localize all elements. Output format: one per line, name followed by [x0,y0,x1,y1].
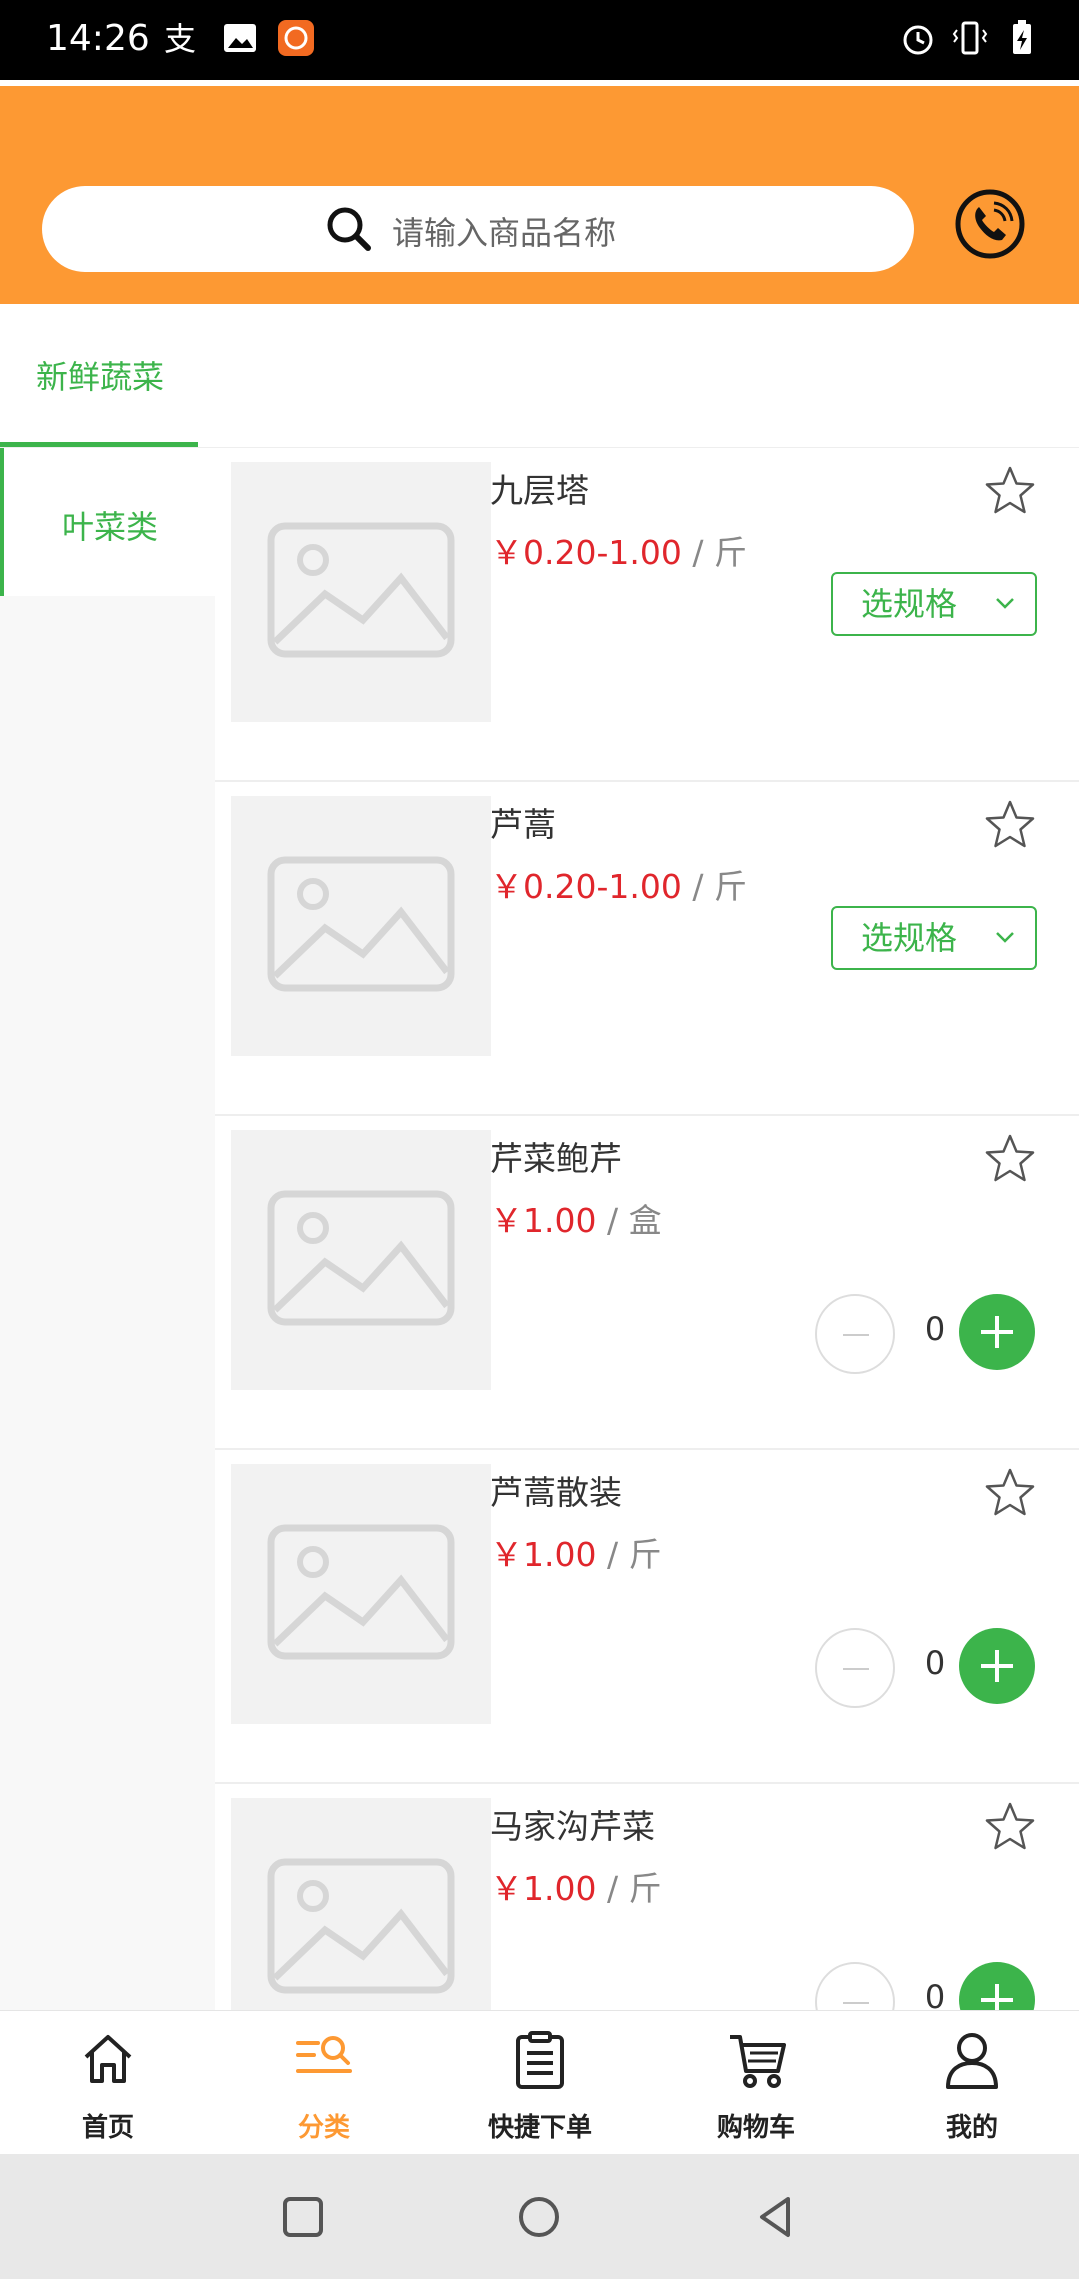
tab-label: 快捷下单 [487,2113,592,2143]
tab-mine[interactable]: 我的 [864,2011,1079,2155]
cart-icon [730,2035,786,2088]
vibrate-icon [952,21,988,55]
product-name: 芦蒿 [490,805,556,844]
tab-label: 购物车 [716,2113,795,2143]
sidebar-item-leafy-vegetables[interactable]: 叶菜类 [0,448,215,596]
category-tabs: 新鲜蔬菜 [0,304,1079,448]
back-triangle-icon[interactable] [754,2194,800,2240]
clipboard-icon [516,2031,564,2089]
quantity-value: 0 [924,1978,946,2010]
product-name: 芦蒿散装 [490,1473,622,1512]
tab-home[interactable]: 首页 [0,2011,216,2155]
decrease-quantity-button[interactable] [815,1962,895,2010]
favorite-star-icon[interactable] [983,1466,1037,1520]
tab-label: 我的 [945,2113,998,2143]
product-image-placeholder [231,796,491,1056]
product-item[interactable]: 芦蒿散装 ￥1.00 / 斤 0 [215,1450,1079,1784]
select-spec-button[interactable]: 选规格 [831,906,1037,970]
product-image-placeholder [231,1464,491,1724]
product-price-row: ￥1.00 / 盒 [490,1194,662,1242]
alarm-icon [903,25,933,55]
decrease-quantity-button[interactable] [815,1628,895,1708]
favorite-star-icon[interactable] [983,464,1037,518]
app-notification-icon [278,20,314,56]
decrease-quantity-button[interactable] [815,1294,895,1374]
alipay-notification-icon: 支 [164,20,196,58]
product-price: ￥1.00 [490,1869,597,1908]
increase-quantity-button[interactable] [959,1962,1035,2010]
recent-apps-icon[interactable] [280,2194,326,2240]
image-placeholder-icon [267,1190,455,1326]
product-unit: / 斤 [606,1869,662,1908]
phone-icon[interactable] [952,186,1028,262]
status-bar: 14:26 支 [0,0,1079,80]
search-placeholder: 请输入商品名称 [392,214,617,252]
search-icon [327,207,371,251]
home-circle-icon[interactable] [516,2194,562,2240]
favorite-star-icon[interactable] [983,798,1037,852]
product-unit: / 斤 [692,533,747,572]
chevron-down-icon [996,598,1014,609]
quantity-value: 0 [924,1310,946,1348]
select-spec-label: 选规格 [861,919,958,957]
product-unit: / 斤 [692,867,747,906]
tab-quick-order[interactable]: 快捷下单 [432,2011,648,2155]
battery-charging-icon [1013,20,1031,54]
gallery-notification-icon [224,24,256,52]
image-placeholder-icon [267,522,455,658]
product-item[interactable]: 九层塔 ￥0.20-1.00 / 斤 选规格 [215,448,1079,782]
product-item[interactable]: 马家沟芹菜 ￥1.00 / 斤 0 [215,1784,1079,2010]
favorite-star-icon[interactable] [983,1132,1037,1186]
subcategory-sidebar: 叶菜类 [0,448,215,2010]
product-price-row: ￥0.20-1.00 / 斤 [490,526,747,574]
status-time: 14:26 [46,18,150,59]
quantity-stepper: 0 [815,1962,1039,2010]
favorite-star-icon[interactable] [983,1800,1037,1854]
tab-fresh-vegetables[interactable]: 新鲜蔬菜 [36,352,164,398]
product-price: ￥0.20-1.00 [490,533,682,572]
header-bar: 请输入商品名称 [0,86,1079,304]
product-list[interactable]: 九层塔 ￥0.20-1.00 / 斤 选规格 芦蒿 ￥0.20-1.00 / 斤 [215,448,1079,2010]
quantity-stepper: 0 [815,1628,1039,1708]
select-spec-label: 选规格 [861,585,958,623]
category-search-icon [296,2036,352,2073]
tab-cart[interactable]: 购物车 [648,2011,864,2155]
product-price-row: ￥1.00 / 斤 [490,1862,662,1910]
tab-label: 首页 [81,2113,134,2143]
product-unit: / 盒 [606,1201,662,1240]
increase-quantity-button[interactable] [959,1628,1035,1704]
product-item[interactable]: 芹菜鲍芹 ￥1.00 / 盒 0 [215,1116,1079,1450]
product-item[interactable]: 芦蒿 ￥0.20-1.00 / 斤 选规格 [215,782,1079,1116]
product-image-placeholder [231,1130,491,1390]
increase-quantity-button[interactable] [959,1294,1035,1370]
product-name: 芹菜鲍芹 [490,1139,622,1178]
tab-category[interactable]: 分类 [216,2011,432,2155]
product-price-row: ￥0.20-1.00 / 斤 [490,860,747,908]
active-tab-indicator [0,442,198,447]
select-spec-button[interactable]: 选规格 [831,572,1037,636]
svg-text:支: 支 [164,20,196,58]
quantity-value: 0 [924,1644,946,1682]
product-price: ￥1.00 [490,1535,597,1574]
product-image-placeholder [231,462,491,722]
image-placeholder-icon [267,1524,455,1660]
product-name: 九层塔 [490,471,589,510]
product-image-placeholder [231,1798,491,2010]
product-price: ￥1.00 [490,1201,597,1240]
sidebar-item-label: 叶菜类 [62,508,159,546]
system-navigation-bar [0,2154,1079,2279]
tab-label: 分类 [297,2113,350,2143]
product-unit: / 斤 [606,1535,662,1574]
bottom-tab-bar: 首页 分类 快捷下单 购物车 我的 [0,2010,1079,2154]
chevron-down-icon [996,932,1014,943]
product-price: ￥0.20-1.00 [490,867,682,906]
home-icon [84,2035,132,2083]
image-placeholder-icon [267,1858,455,1994]
product-name: 马家沟芹菜 [490,1807,655,1846]
product-price-row: ￥1.00 / 斤 [490,1528,662,1576]
user-icon [946,2033,998,2089]
search-input[interactable]: 请输入商品名称 [42,186,914,272]
quantity-stepper: 0 [815,1294,1039,1374]
image-placeholder-icon [267,856,455,992]
